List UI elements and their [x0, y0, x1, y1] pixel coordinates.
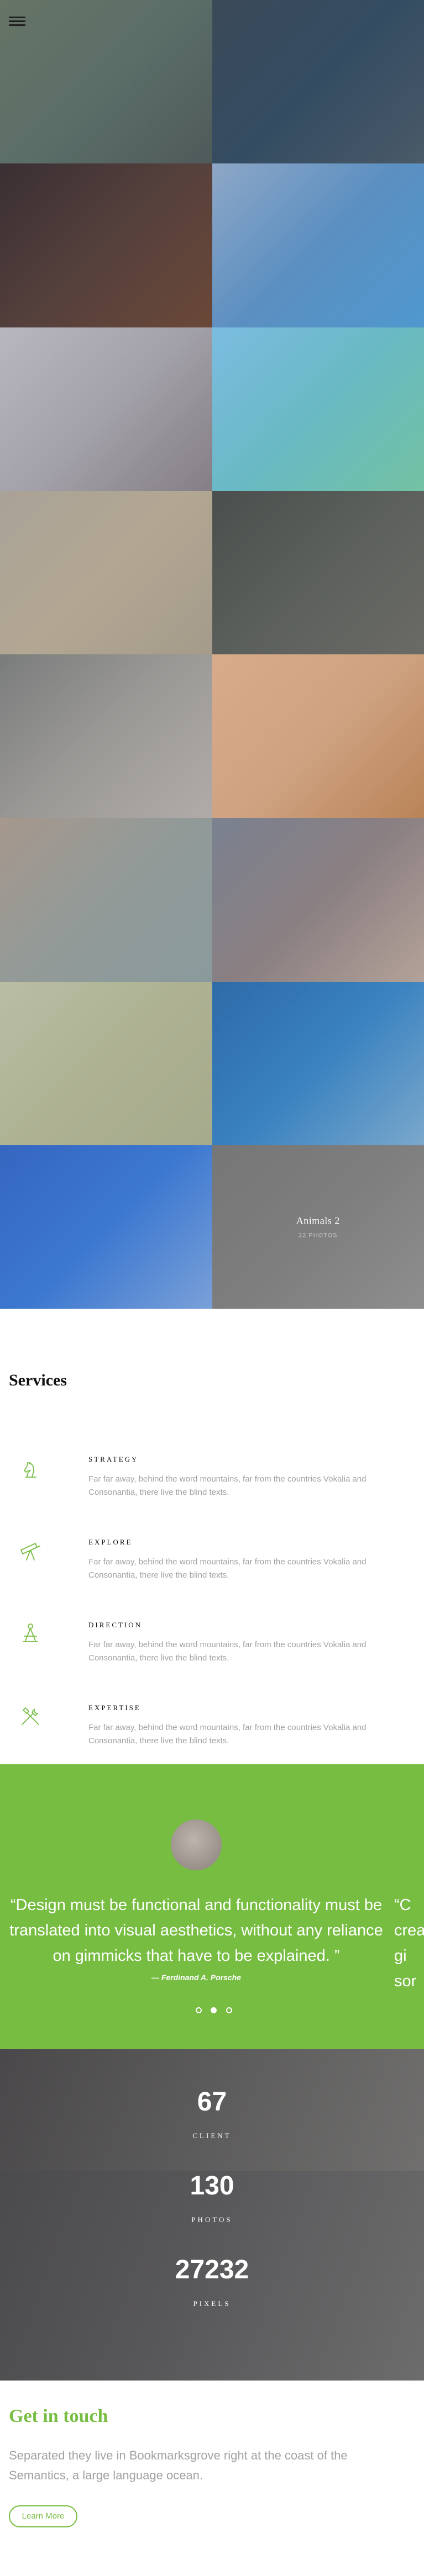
gallery-tile[interactable]: [212, 818, 424, 982]
stat-pixels: 27232 PIXELS: [0, 2255, 424, 2308]
gallery-tile[interactable]: [0, 490, 212, 654]
menu-line: [9, 17, 25, 18]
service-strategy: STRATEGY Far far away, behind the word m…: [0, 1372, 424, 1497]
photo-gallery: Animals 2 22 PHOTOS: [0, 0, 424, 1309]
gallery-tile[interactable]: [0, 818, 212, 982]
stats-section: 67 CLIENT 130 PHOTOS 27232 PIXELS: [0, 2049, 424, 2381]
menu-line: [9, 24, 25, 26]
service-title: EXPERTISE: [88, 1704, 141, 1712]
service-text: Far far away, behind the word mountains,…: [88, 1723, 367, 1745]
gallery-tile[interactable]: [212, 490, 424, 654]
gallery-tile[interactable]: [0, 0, 212, 164]
hamburger-menu-icon[interactable]: [9, 14, 28, 29]
gallery-tile[interactable]: Animals 2 22 PHOTOS: [212, 1145, 424, 1309]
contact-title: Get in touch: [9, 2406, 108, 2426]
carousel-dot-active[interactable]: [211, 2007, 217, 2013]
service-explore: EXPLORE Far far away, behind the word mo…: [0, 1455, 424, 1580]
stat-label: PHOTOS: [191, 2215, 233, 2224]
carousel-dot[interactable]: [196, 2007, 202, 2013]
gallery-tile[interactable]: [0, 327, 212, 491]
services-section: Services STRATEGY Far far away, behind t…: [0, 1309, 424, 1764]
avatar: [171, 1819, 222, 1870]
gallery-tile[interactable]: [0, 654, 212, 818]
gallery-tile[interactable]: [0, 981, 212, 1145]
gallery-caption: Animals 2 22 PHOTOS: [212, 1215, 424, 1239]
tools-icon: [18, 1704, 43, 1729]
gallery-tile[interactable]: [0, 1145, 212, 1309]
gallery-caption-count: 22 PHOTOS: [298, 1232, 338, 1239]
stat-value: 67: [197, 2087, 227, 2117]
gallery-tile[interactable]: [212, 327, 424, 491]
gallery-tile[interactable]: [212, 981, 424, 1145]
learn-more-button[interactable]: Learn More: [9, 2505, 77, 2527]
menu-line: [9, 20, 25, 22]
stat-label: PIXELS: [193, 2299, 231, 2308]
stat-value: 130: [190, 2171, 234, 2201]
contact-text: Separated they live in Bookmarksgrove ri…: [9, 2448, 348, 2482]
testimonial-section: “Design must be functional and functiona…: [0, 1764, 424, 2049]
carousel-dots: [196, 2006, 239, 2016]
stat-photos: 130 PHOTOS: [0, 2171, 424, 2224]
gallery-tile[interactable]: [212, 163, 424, 327]
next-slide-peek: “C crea gi sor: [394, 1896, 424, 1990]
testimonial-author: — Ferdinand A. Porsche: [151, 1973, 242, 1982]
gallery-tile[interactable]: [0, 163, 212, 327]
service-direction: DIRECTION Far far away, behind the word …: [0, 1538, 424, 1663]
stat-label: CLIENT: [192, 2131, 232, 2140]
service-expertise: EXPERTISE Far far away, behind the word …: [0, 1621, 424, 1745]
testimonial-quote: “Design must be functional and functiona…: [9, 1896, 383, 1965]
stat-client: 67 CLIENT: [0, 2087, 424, 2140]
carousel-dot[interactable]: [226, 2007, 232, 2013]
stat-value: 27232: [175, 2255, 249, 2284]
contact-section: Get in touch Separated they live in Book…: [0, 2381, 424, 2576]
gallery-tile[interactable]: [212, 0, 424, 164]
gallery-tile[interactable]: [212, 654, 424, 818]
gallery-caption-title: Animals 2: [296, 1215, 340, 1226]
